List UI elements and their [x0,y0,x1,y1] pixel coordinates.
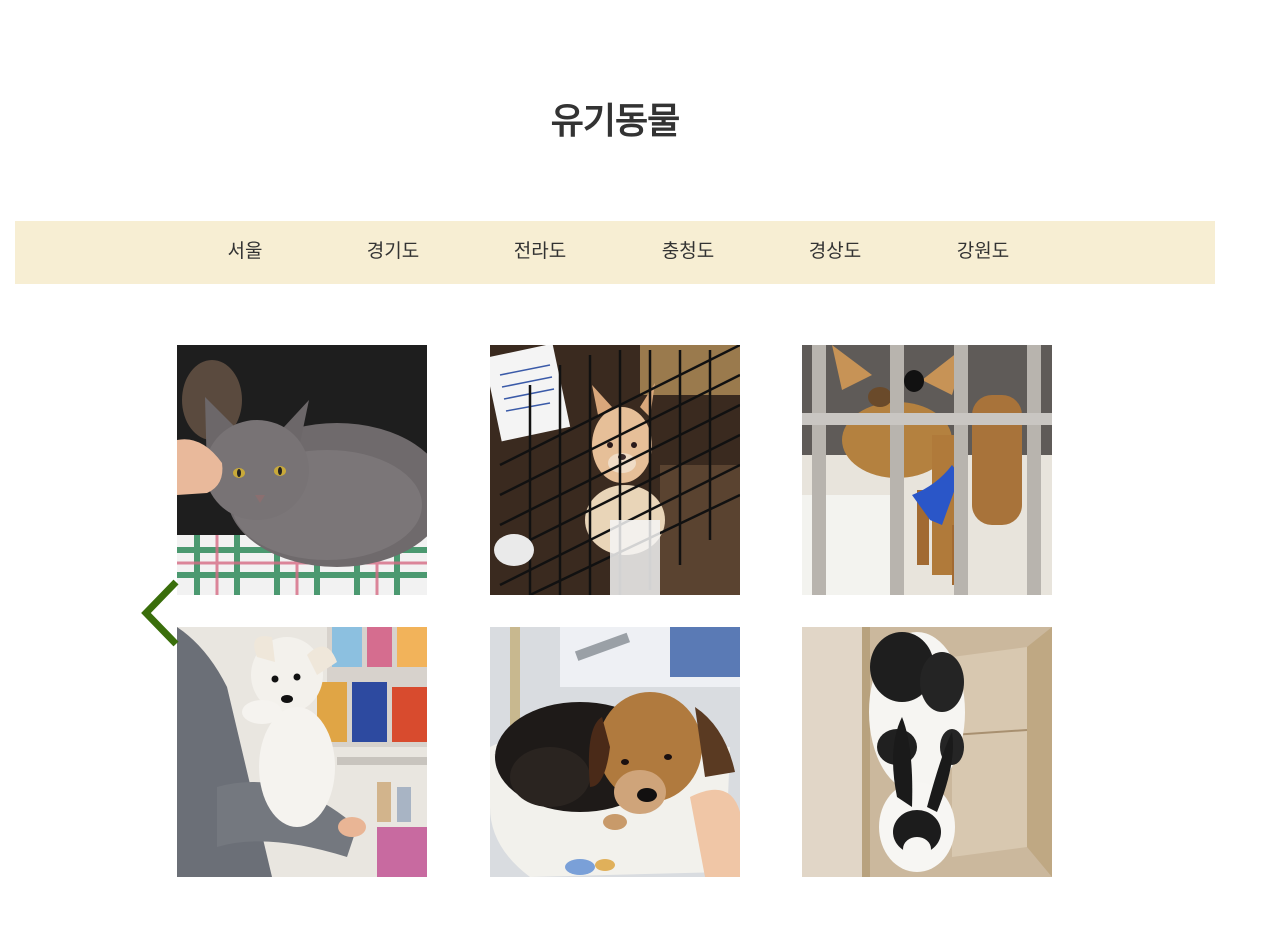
animal-card-chihuahua[interactable] [802,345,1052,595]
animal-card-caged-puppy[interactable] [490,345,740,595]
animal-card-cat[interactable] [177,345,427,595]
cat-photo [177,345,427,595]
rabbit-photo [802,627,1052,877]
region-nav: 서울 경기도 전라도 충청도 경상도 강원도 [15,221,1215,284]
region-tab-chungcheong[interactable]: 충청도 [633,221,743,284]
carousel-prev-button[interactable] [138,578,182,648]
animal-card-white-puppy[interactable] [177,627,427,877]
chevron-left-icon [141,579,179,647]
region-tab-gyeonggi[interactable]: 경기도 [338,221,448,284]
region-tab-seoul[interactable]: 서울 [190,221,300,284]
chihuahua-photo [802,345,1052,595]
region-tab-jeolla[interactable]: 전라도 [485,221,595,284]
page-title: 유기동물 [550,101,680,142]
animal-card-rabbit[interactable] [802,627,1052,877]
caged-puppy-photo [490,345,740,595]
region-tab-gyeongsang[interactable]: 경상도 [780,221,890,284]
white-puppy-photo [177,627,427,877]
region-tab-gangwon[interactable]: 강원도 [928,221,1038,284]
tub-dog-photo [490,627,740,877]
animal-card-tub-dog[interactable] [490,627,740,877]
page: 유기동물 서울 경기도 전라도 충청도 경상도 강원도 [0,0,1261,950]
